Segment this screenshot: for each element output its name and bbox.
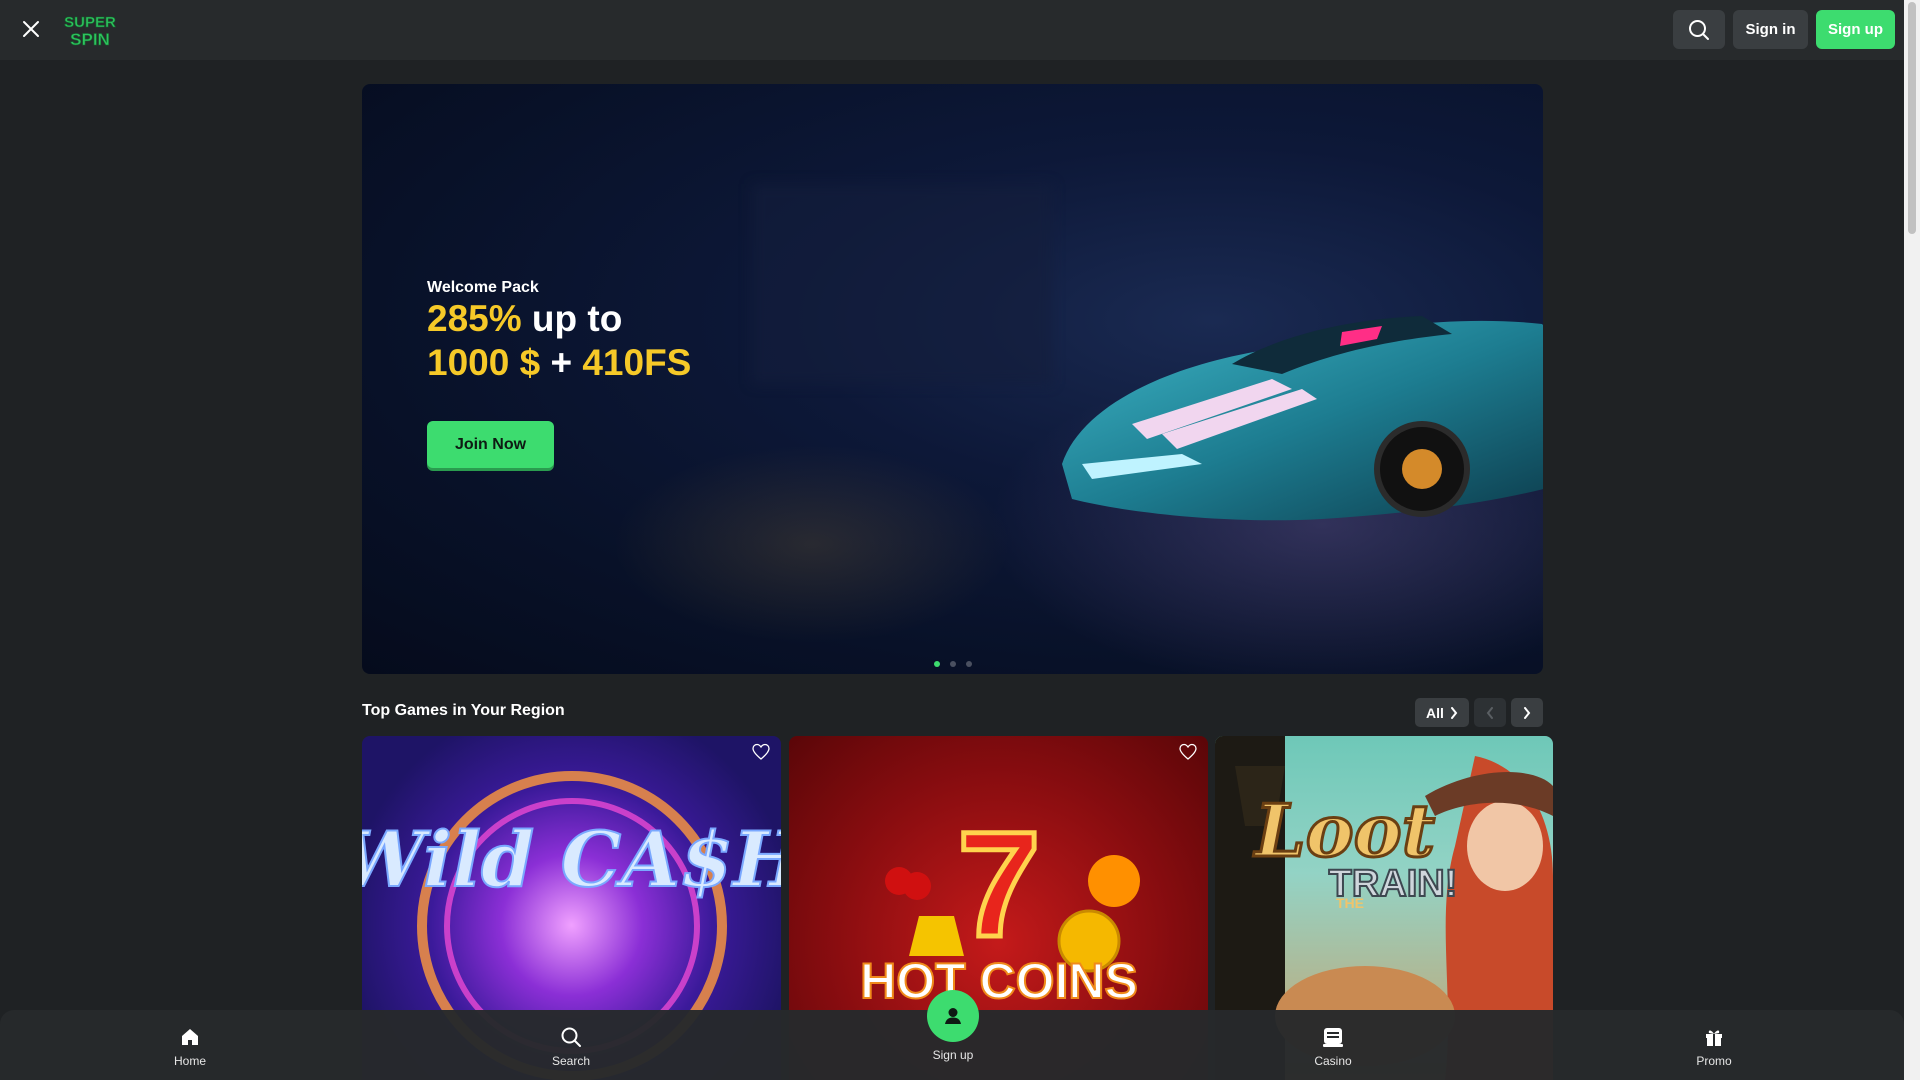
search-button[interactable] xyxy=(1673,10,1725,49)
search-icon xyxy=(561,1027,581,1047)
carousel-dot[interactable] xyxy=(950,661,956,667)
sports-car-image xyxy=(1062,316,1543,521)
bottom-nav-search[interactable]: Search xyxy=(511,1026,631,1068)
bottom-nav-promo[interactable]: Promo xyxy=(1654,1026,1774,1068)
gift-icon xyxy=(1706,1030,1722,1046)
favorite-heart-icon[interactable] xyxy=(1178,742,1198,762)
carousel-next-button[interactable] xyxy=(1511,698,1543,727)
hero-headline-line1: 285% up to xyxy=(427,298,623,339)
hero-banner[interactable]: Welcome Pack 285% up to 1000 $ + 410FS J… xyxy=(362,84,1543,674)
home-icon xyxy=(182,1029,198,1045)
carousel-dot[interactable] xyxy=(966,661,972,667)
bottom-nav: Home Search Sign up Casino Promo xyxy=(0,990,1904,1080)
bottom-nav-casino[interactable]: Casino xyxy=(1273,1026,1393,1068)
chevron-right-icon xyxy=(1524,706,1531,719)
sign-in-button[interactable]: Sign in xyxy=(1733,10,1808,49)
user-icon[interactable] xyxy=(927,990,979,1042)
casino-icon xyxy=(1323,1028,1343,1047)
svg-text:SUPER: SUPER xyxy=(64,14,116,31)
svg-text:Wild CA$H: Wild CA$H xyxy=(362,815,781,904)
hero-subtitle: Welcome Pack xyxy=(427,279,539,296)
site-logo[interactable]: SUPER SPIN xyxy=(59,12,121,50)
hero-text: Welcome Pack 285% up to 1000 $ + 410FS xyxy=(427,279,691,385)
svg-text:7: 7 xyxy=(957,800,1040,968)
page-scrollbar[interactable] xyxy=(1904,0,1920,1080)
svg-text:SPIN: SPIN xyxy=(70,30,110,48)
svg-text:Loot: Loot xyxy=(1253,788,1435,873)
carousel-prev-button[interactable] xyxy=(1474,698,1506,727)
scrollbar-thumb[interactable] xyxy=(1908,2,1916,234)
bottom-nav-home[interactable]: Home xyxy=(130,1026,250,1068)
svg-text:THE: THE xyxy=(1336,895,1364,911)
search-icon xyxy=(1689,19,1709,40)
bottom-nav-sign-up[interactable]: Sign up xyxy=(893,990,1013,1062)
join-now-button[interactable]: Join Now xyxy=(427,421,554,468)
carousel-dots xyxy=(934,661,972,667)
carousel-dot[interactable] xyxy=(934,661,940,667)
chevron-right-icon xyxy=(1450,706,1458,719)
top-bar: SUPER SPIN Sign in Sign up xyxy=(0,0,1904,60)
hero-headline-line2: 1000 $ + 410FS xyxy=(427,342,692,383)
see-all-button[interactable]: All xyxy=(1415,698,1469,727)
sign-up-button[interactable]: Sign up xyxy=(1816,10,1895,49)
section-title: Top Games in Your Region xyxy=(362,702,565,719)
chevron-left-icon xyxy=(1486,706,1493,719)
favorite-heart-icon[interactable] xyxy=(751,742,771,762)
close-icon[interactable] xyxy=(16,14,46,44)
